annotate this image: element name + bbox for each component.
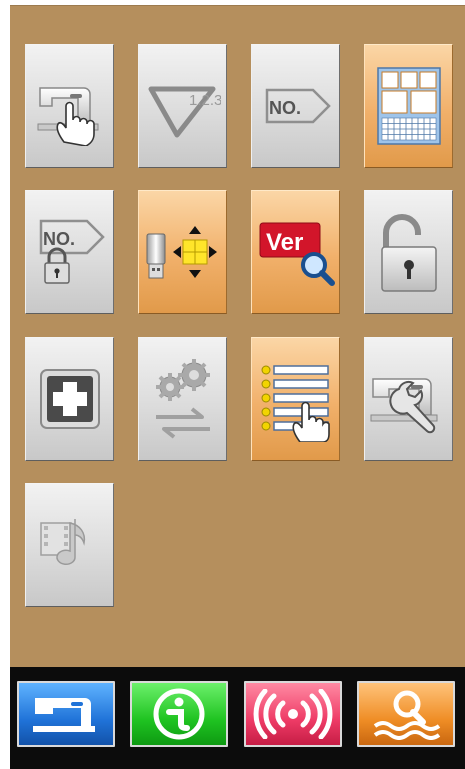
info-button[interactable] bbox=[130, 681, 228, 747]
number-tag-button[interactable]: NO. bbox=[251, 44, 340, 168]
list-hand-icon bbox=[261, 365, 330, 442]
sewing-machine-wrench-icon bbox=[370, 378, 437, 434]
maintenance-button[interactable] bbox=[364, 337, 453, 461]
wireless-signal-icon bbox=[253, 689, 333, 739]
screen: 1.2.3.. NO. bbox=[0, 0, 465, 769]
search-waves-button[interactable] bbox=[357, 681, 455, 747]
info-icon bbox=[153, 688, 205, 740]
tag-label: NO. bbox=[269, 98, 301, 118]
usb-transfer-button[interactable] bbox=[138, 190, 227, 314]
sewing-machine-icon bbox=[33, 698, 95, 732]
film-music-icon bbox=[39, 519, 85, 566]
triangle-label: 1.2.3.. bbox=[189, 92, 221, 109]
settings-swap-button[interactable] bbox=[138, 337, 227, 461]
bottom-bar bbox=[10, 667, 465, 769]
plus-icon bbox=[39, 369, 100, 429]
sewing-button[interactable] bbox=[17, 681, 115, 747]
number-tag-icon: NO. bbox=[265, 88, 331, 124]
menu-panel: 1.2.3.. NO. bbox=[10, 5, 465, 668]
wireless-button[interactable] bbox=[244, 681, 342, 747]
sewing-machine-touch-button[interactable] bbox=[25, 44, 114, 168]
layout-grid-icon bbox=[376, 67, 441, 145]
triangle-123-button[interactable]: 1.2.3.. bbox=[138, 44, 227, 168]
number-lock-icon: NO. bbox=[39, 219, 105, 284]
layout-button[interactable] bbox=[364, 44, 453, 168]
open-padlock-icon bbox=[380, 214, 437, 292]
gears-swap-icon bbox=[155, 359, 210, 439]
sewing-machine-hand-icon bbox=[37, 87, 98, 146]
unlock-button[interactable] bbox=[364, 190, 453, 314]
triangle-numbers-icon: 1.2.3.. bbox=[148, 86, 221, 138]
usb-transfer-icon bbox=[146, 226, 217, 279]
search-waves-icon bbox=[373, 690, 441, 740]
version-search-icon: Ver bbox=[259, 222, 335, 286]
version-button[interactable]: Ver bbox=[251, 190, 340, 314]
media-button[interactable] bbox=[25, 483, 114, 607]
version-label: Ver bbox=[266, 229, 303, 256]
add-button[interactable] bbox=[25, 337, 114, 461]
lock-tag-label: NO. bbox=[43, 229, 75, 249]
list-touch-button[interactable] bbox=[251, 337, 340, 461]
number-lock-button[interactable]: NO. bbox=[25, 190, 114, 314]
